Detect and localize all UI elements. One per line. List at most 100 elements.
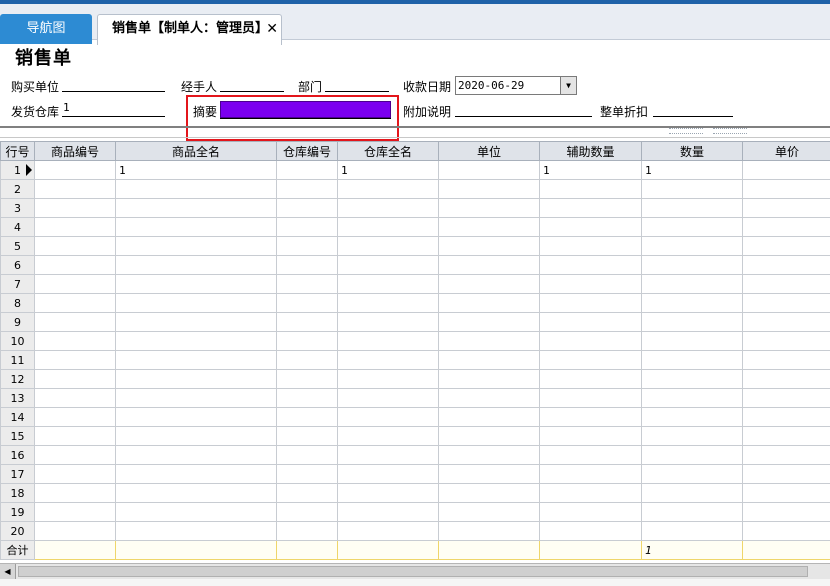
table-cell[interactable] [539,445,642,465]
splitter-handle-left[interactable] [669,128,703,134]
discount-field[interactable] [653,101,733,117]
table-cell[interactable] [742,179,830,199]
table-cell[interactable] [337,293,439,313]
table-row[interactable]: 18 [0,483,830,503]
table-cell[interactable] [742,274,830,294]
table-cell[interactable] [337,445,439,465]
table-cell[interactable] [438,274,540,294]
table-cell[interactable] [742,217,830,237]
table-row[interactable]: 17 [0,464,830,484]
table-cell[interactable] [539,502,642,522]
table-cell[interactable] [742,483,830,503]
table-cell[interactable] [115,274,277,294]
table-cell[interactable] [539,293,642,313]
table-cell[interactable] [115,217,277,237]
table-cell[interactable] [115,407,277,427]
table-cell[interactable] [337,331,439,351]
table-cell[interactable] [276,198,338,218]
table-cell[interactable] [438,217,540,237]
table-cell[interactable] [641,293,743,313]
table-cell[interactable] [539,179,642,199]
table-cell[interactable] [34,198,116,218]
table-cell[interactable] [337,521,439,541]
table-cell[interactable] [641,179,743,199]
table-cell[interactable] [34,160,116,180]
table-cell[interactable] [641,407,743,427]
table-cell[interactable] [276,312,338,332]
table-cell[interactable] [34,521,116,541]
table-cell[interactable] [337,407,439,427]
table-cell[interactable] [539,521,642,541]
table-cell[interactable] [641,502,743,522]
table-cell[interactable] [438,483,540,503]
table-row[interactable]: 15 [0,426,830,446]
table-row[interactable]: 13 [0,388,830,408]
table-cell[interactable] [539,464,642,484]
table-cell[interactable] [34,464,116,484]
handler-field[interactable] [220,76,284,92]
table-cell[interactable] [34,426,116,446]
table-row[interactable]: 2 [0,179,830,199]
horizontal-scrollbar[interactable]: ◀ [0,563,830,579]
table-cell[interactable] [276,521,338,541]
table-cell[interactable] [742,312,830,332]
table-cell[interactable] [539,388,642,408]
table-cell[interactable] [641,426,743,446]
table-cell[interactable] [34,502,116,522]
table-cell[interactable] [34,179,116,199]
col-header[interactable]: 单位 [438,141,540,161]
table-cell[interactable] [115,255,277,275]
table-row[interactable]: 1 1 1 1 1 [0,160,830,180]
table-cell[interactable] [276,369,338,389]
table-cell[interactable] [115,445,277,465]
table-cell[interactable] [438,198,540,218]
col-header[interactable]: 仓库编号 [276,141,338,161]
table-cell[interactable] [641,312,743,332]
col-header[interactable]: 数量 [641,141,743,161]
table-cell[interactable] [742,255,830,275]
table-cell[interactable] [742,160,830,180]
table-cell[interactable] [34,350,116,370]
tab-navigation[interactable]: 导航图 [0,14,92,44]
table-row[interactable]: 10 [0,331,830,351]
payment-date-picker[interactable]: 2020-06-29 ▼ [455,76,577,95]
table-cell[interactable] [115,388,277,408]
table-cell[interactable] [34,483,116,503]
table-row[interactable]: 7 [0,274,830,294]
table-cell[interactable] [34,445,116,465]
table-cell[interactable] [641,464,743,484]
table-cell[interactable] [115,521,277,541]
table-cell[interactable] [276,331,338,351]
table-cell[interactable] [276,274,338,294]
table-cell[interactable] [742,350,830,370]
table-cell[interactable] [742,198,830,218]
table-cell[interactable] [539,255,642,275]
close-icon[interactable]: ✕ [266,15,278,43]
col-header[interactable]: 商品全名 [115,141,277,161]
table-cell[interactable] [641,445,743,465]
table-cell[interactable] [34,293,116,313]
department-field[interactable] [325,76,389,92]
table-cell[interactable] [115,464,277,484]
table-cell[interactable] [276,388,338,408]
table-cell[interactable] [641,388,743,408]
table-cell[interactable] [438,388,540,408]
table-cell[interactable] [337,255,439,275]
col-header[interactable]: 行号 [0,141,35,161]
table-cell[interactable] [742,369,830,389]
buyer-field[interactable] [62,76,165,92]
table-row[interactable]: 5 [0,236,830,256]
table-cell[interactable] [539,236,642,256]
col-header[interactable]: 单价 [742,141,830,161]
table-cell[interactable] [641,255,743,275]
table-cell[interactable] [276,217,338,237]
table-cell[interactable] [641,483,743,503]
table-row[interactable]: 11 [0,350,830,370]
table-cell[interactable] [438,502,540,522]
table-cell[interactable] [742,388,830,408]
item-grid[interactable]: 行号 商品编号 商品全名 仓库编号 仓库全名 单位 辅助数量 数量 单价 111… [0,141,830,561]
table-cell[interactable] [115,312,277,332]
table-cell[interactable]: 1 [539,160,642,180]
table-cell[interactable] [276,445,338,465]
table-cell[interactable] [337,198,439,218]
